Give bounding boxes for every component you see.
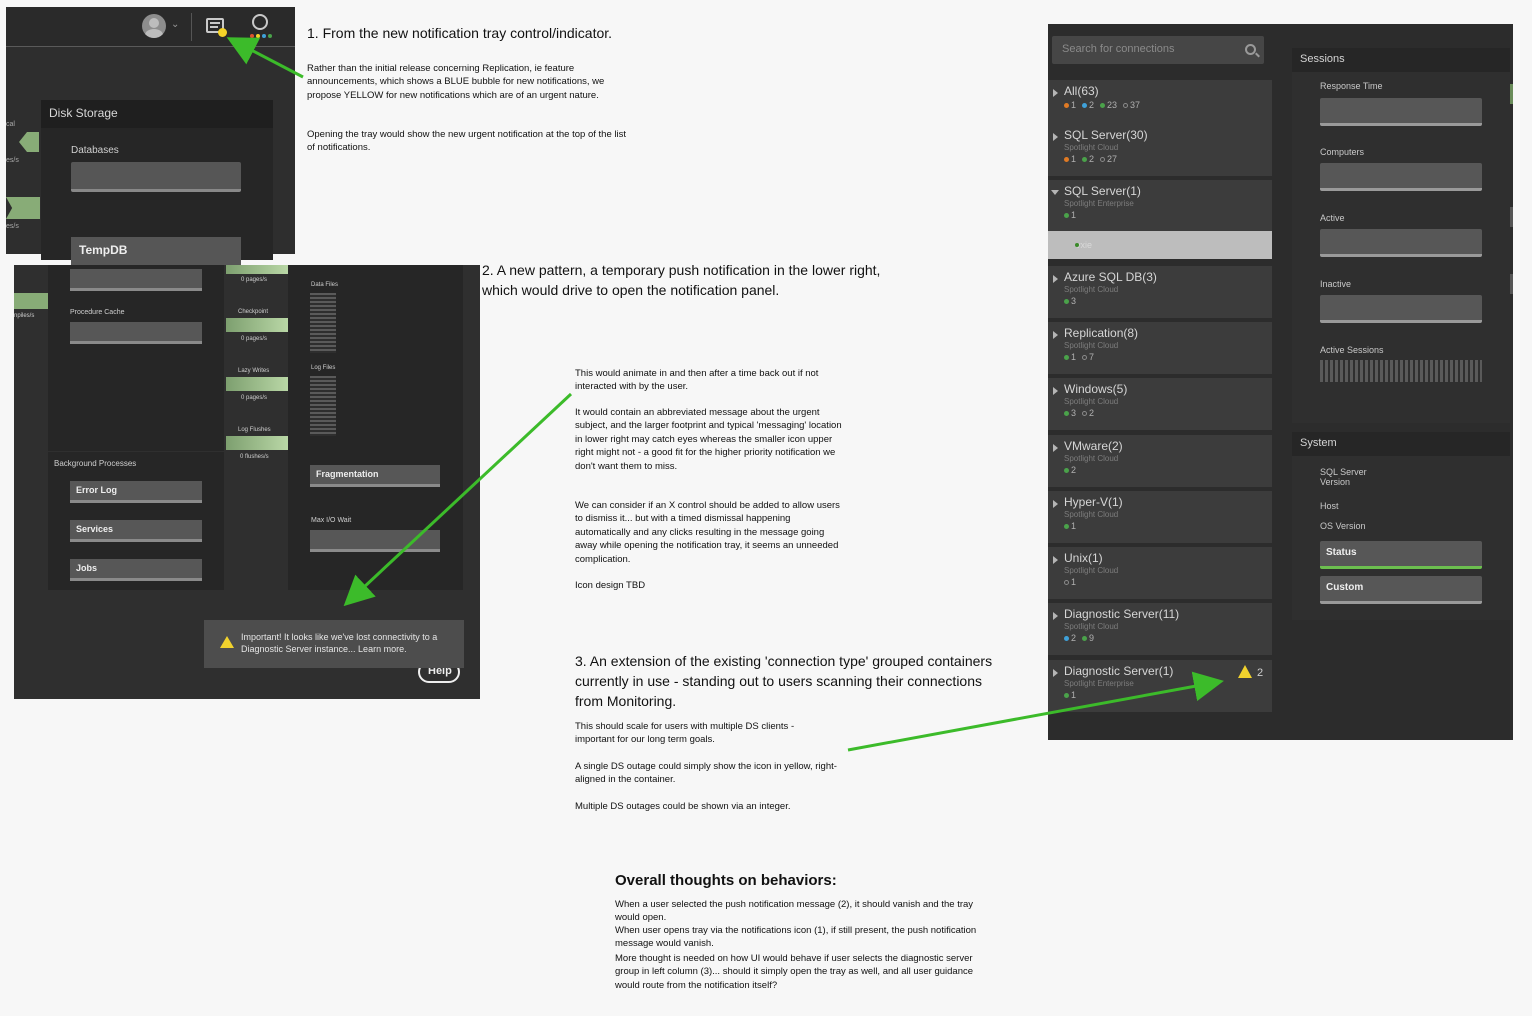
arrow-to-tray-icon: [226, 37, 304, 79]
annotation-arrows: [226, 37, 1224, 752]
arrow-to-toast: [343, 392, 573, 607]
arrow-to-group-warning: [847, 671, 1224, 752]
